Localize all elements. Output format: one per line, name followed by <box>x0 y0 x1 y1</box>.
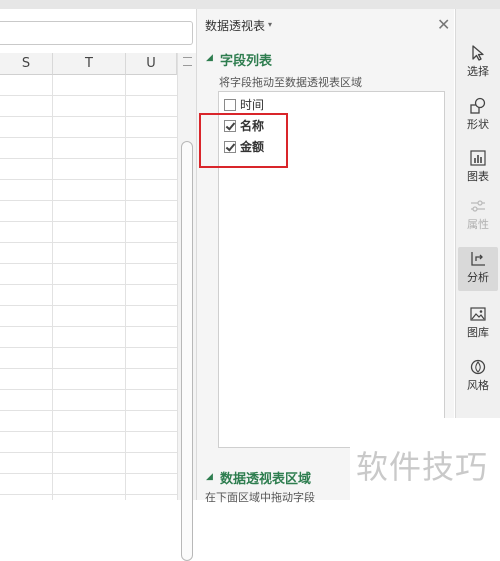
toolbar-label: 选择 <box>467 65 489 78</box>
field-list-heading[interactable]: 字段列表 <box>220 50 272 69</box>
close-icon[interactable]: ✕ <box>437 15 450 34</box>
picture-icon <box>470 307 486 321</box>
toolbar-label: 图表 <box>467 170 489 183</box>
cell-grid[interactable] <box>0 75 177 500</box>
toolbar-label: 图库 <box>467 326 489 339</box>
collapse-triangle-icon[interactable]: ◢ <box>206 53 213 63</box>
window-top-strip <box>0 0 500 9</box>
toolbar-label: 分析 <box>467 271 489 284</box>
split-handle-icon[interactable] <box>183 57 192 66</box>
chart-icon <box>470 150 486 166</box>
toolbar-label: 属性 <box>467 218 489 231</box>
title-dropdown-icon[interactable]: ▾ <box>268 20 272 29</box>
checkbox-unchecked[interactable] <box>224 99 236 111</box>
watermark-text: 软件技巧 <box>356 448 489 486</box>
toolbar-shapes-button[interactable]: 形状 <box>458 94 498 138</box>
sliders-icon <box>471 200 485 212</box>
style-icon <box>470 359 486 375</box>
field-list-hint: 将字段拖动至数据透视表区域 <box>219 76 362 89</box>
column-header-t[interactable]: T <box>53 53 126 75</box>
toolbar-select-button[interactable]: 选择 <box>458 41 498 85</box>
toolbar-style-button[interactable]: 风格 <box>458 355 498 399</box>
toolbar-chart-button[interactable]: 图表 <box>458 146 498 190</box>
toolbar-label: 形状 <box>467 118 489 131</box>
toolbar-label: 风格 <box>467 379 489 392</box>
highlight-annotation-box <box>199 113 288 168</box>
cursor-icon <box>472 45 484 61</box>
collapse-triangle-icon[interactable]: ◢ <box>206 472 213 482</box>
panel-title[interactable]: 数据透视表 <box>205 17 265 34</box>
toolbar-properties-button[interactable]: 属性 <box>458 194 498 238</box>
formula-bar[interactable] <box>0 21 193 45</box>
toolbar-gallery-button[interactable]: 图库 <box>458 302 498 346</box>
field-label: 时间 <box>240 98 265 112</box>
vertical-scrollbar[interactable] <box>177 53 196 561</box>
analyze-icon <box>471 252 485 266</box>
scrollbar-thumb[interactable] <box>181 141 193 561</box>
column-header-s[interactable]: S <box>0 53 53 75</box>
pivot-area-hint: 在下面区域中拖动字段 <box>205 491 315 504</box>
toolbar-analyze-button[interactable]: 分析 <box>458 247 498 291</box>
column-header-u[interactable]: U <box>126 53 177 75</box>
pivot-area-heading[interactable]: 数据透视表区域 <box>220 468 311 487</box>
shapes-icon <box>470 97 486 114</box>
